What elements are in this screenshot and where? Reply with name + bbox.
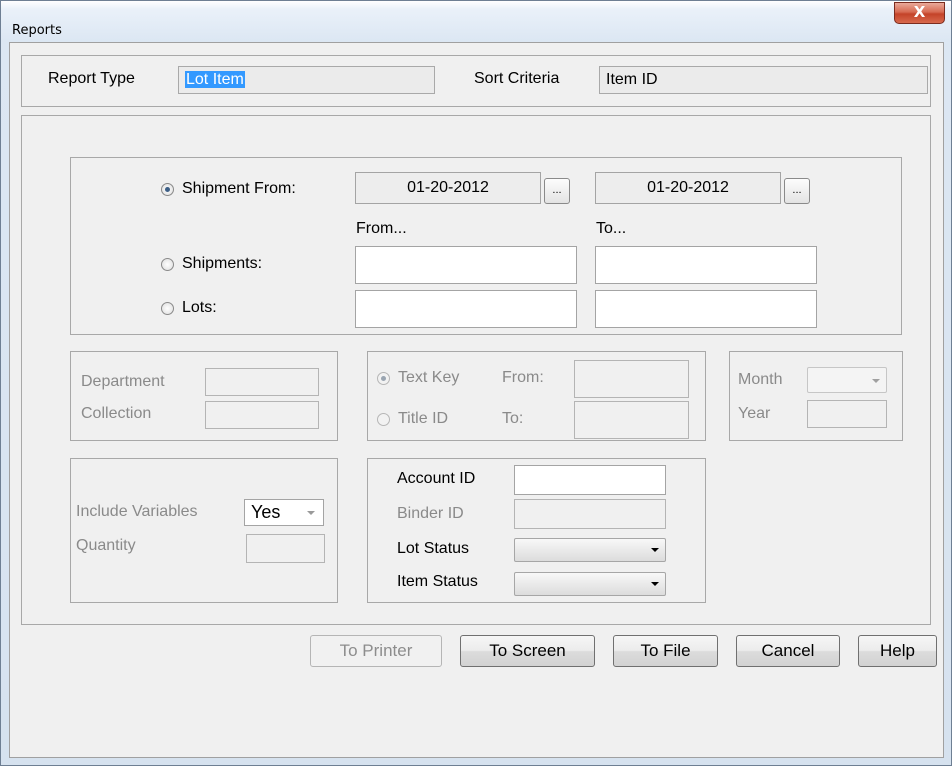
lots-from-input[interactable] xyxy=(355,290,577,328)
cancel-button[interactable]: Cancel xyxy=(736,635,840,667)
from-caption: From... xyxy=(356,220,407,237)
text-key-radio xyxy=(377,372,390,385)
title-id-radio xyxy=(377,413,390,426)
lot-status-label: Lot Status xyxy=(397,540,470,557)
shipment-from-label: Shipment From: xyxy=(182,180,296,197)
text-key-to-input xyxy=(574,401,689,439)
shipment-to-date[interactable]: 01-20-2012 xyxy=(595,172,781,204)
window-title: Reports xyxy=(12,23,62,38)
department-panel: Department Collection xyxy=(70,351,338,441)
account-id-label: Account ID xyxy=(397,470,476,487)
to-screen-button[interactable]: To Screen xyxy=(460,635,595,667)
item-status-dropdown[interactable] xyxy=(514,572,666,596)
department-label: Department xyxy=(81,373,165,390)
shipment-from-radio[interactable] xyxy=(161,183,174,196)
reports-window: Reports X Report Type Lot Item Sort Crit… xyxy=(0,0,952,766)
binder-id-label: Binder ID xyxy=(397,505,464,522)
chevron-down-icon xyxy=(651,548,659,552)
text-key-from-label: From: xyxy=(502,369,544,386)
to-file-button[interactable]: To File xyxy=(613,635,718,667)
lots-radio[interactable] xyxy=(161,302,174,315)
to-caption: To... xyxy=(596,220,627,237)
text-key-to-label: To: xyxy=(502,410,524,427)
close-icon: X xyxy=(913,3,926,21)
shipments-to-input[interactable] xyxy=(595,246,817,284)
quantity-input xyxy=(246,534,325,563)
period-panel: Month Year xyxy=(729,351,903,441)
account-id-input[interactable] xyxy=(514,465,666,495)
to-printer-button: To Printer xyxy=(310,635,442,667)
lot-status-dropdown[interactable] xyxy=(514,538,666,562)
lots-label: Lots: xyxy=(182,299,217,316)
text-key-label: Text Key xyxy=(398,369,460,386)
help-button[interactable]: Help xyxy=(858,635,937,667)
collection-input xyxy=(205,401,319,429)
from-date-picker-button[interactable]: ... xyxy=(544,178,570,204)
report-type-value: Lot Item xyxy=(185,71,245,88)
chevron-down-icon xyxy=(307,511,315,515)
title-bar[interactable]: Reports X xyxy=(1,1,951,38)
shipments-label: Shipments: xyxy=(182,255,263,272)
text-key-panel: Text Key From: Title ID To: xyxy=(367,351,706,441)
include-variables-dropdown[interactable]: Yes xyxy=(244,499,324,526)
month-label: Month xyxy=(738,371,783,388)
year-input xyxy=(807,400,887,428)
variables-panel: Include Variables Yes Quantity xyxy=(70,458,338,603)
sort-criteria-field: Item ID xyxy=(599,66,928,94)
shipments-radio[interactable] xyxy=(161,258,174,271)
dialog-body: Report Type Lot Item Sort Criteria Item … xyxy=(9,42,944,758)
account-panel: Account ID Binder ID Lot Status Item Sta… xyxy=(367,458,706,603)
to-date-picker-button[interactable]: ... xyxy=(784,178,810,204)
shipment-from-date[interactable]: 01-20-2012 xyxy=(355,172,541,204)
include-variables-value: Yes xyxy=(251,502,281,522)
month-dropdown xyxy=(807,367,887,393)
collection-label: Collection xyxy=(81,405,152,422)
binder-id-input xyxy=(514,499,666,529)
text-key-from-input xyxy=(574,360,689,398)
report-type-field: Lot Item xyxy=(178,66,435,94)
header-panel: Report Type Lot Item Sort Criteria Item … xyxy=(21,55,931,107)
shipments-from-input[interactable] xyxy=(355,246,577,284)
close-button[interactable]: X xyxy=(894,2,945,24)
shipment-panel: Shipment From: 01-20-2012 ... 01-20-2012… xyxy=(70,157,902,335)
department-input xyxy=(205,368,319,396)
title-id-label: Title ID xyxy=(398,410,449,427)
quantity-label: Quantity xyxy=(76,537,136,554)
include-variables-label: Include Variables xyxy=(76,503,198,520)
report-type-label: Report Type xyxy=(48,70,135,87)
chevron-down-icon xyxy=(872,379,880,383)
year-label: Year xyxy=(738,405,771,422)
item-status-label: Item Status xyxy=(397,573,478,590)
chevron-down-icon xyxy=(651,582,659,586)
sort-criteria-label: Sort Criteria xyxy=(474,70,560,87)
lots-to-input[interactable] xyxy=(595,290,817,328)
